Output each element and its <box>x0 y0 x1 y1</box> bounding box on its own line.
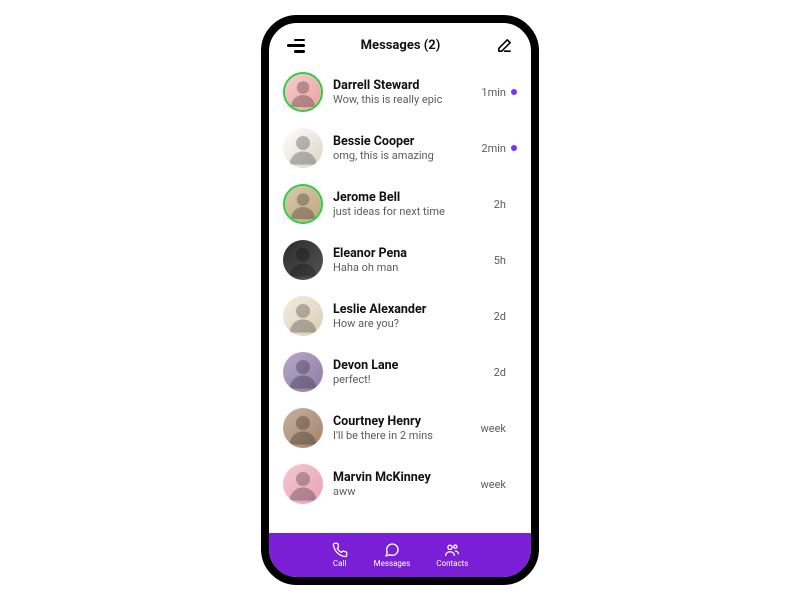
page-title: Messages (2) <box>361 38 441 53</box>
conversation-meta: 2min <box>481 142 517 155</box>
unread-indicator <box>511 145 517 151</box>
conversation-info: Courtney HenryI'll be there in 2 mins <box>333 414 470 442</box>
avatar <box>283 128 323 168</box>
tab-call-label: Call <box>333 559 346 568</box>
conversation-row[interactable]: Devon Laneperfect! 2d <box>283 344 517 400</box>
timestamp: 2d <box>494 366 506 379</box>
avatar <box>283 352 323 392</box>
avatar-image <box>283 464 323 504</box>
tab-call[interactable]: Call <box>332 542 348 568</box>
message-preview: just ideas for next time <box>333 205 484 218</box>
conversation-meta: 2d <box>494 366 517 379</box>
message-preview: perfect! <box>333 373 484 386</box>
timestamp: 2h <box>494 198 506 211</box>
conversation-info: Eleanor PenaHaha oh man <box>333 246 484 274</box>
tab-contacts[interactable]: Contacts <box>436 542 468 568</box>
avatar-image <box>283 408 323 448</box>
tab-contacts-label: Contacts <box>436 559 468 568</box>
conversation-meta: week <box>480 422 517 435</box>
compose-icon[interactable] <box>496 37 513 54</box>
contact-name: Darrell Steward <box>333 78 471 93</box>
conversation-info: Marvin McKinneyaww <box>333 470 470 498</box>
avatar-image <box>283 240 323 280</box>
conversation-row[interactable]: Courtney HenryI'll be there in 2 mins wee… <box>283 400 517 456</box>
contact-name: Devon Lane <box>333 358 484 373</box>
conversation-row[interactable]: Marvin McKinneyawwweek <box>283 456 517 512</box>
header: Messages (2) <box>269 23 531 64</box>
conversation-row[interactable]: Bessie Cooperomg, this is amazing 2min <box>283 120 517 176</box>
conversation-row[interactable]: Jerome Belljust ideas for next time 2h <box>283 176 517 232</box>
timestamp: 2d <box>494 310 506 323</box>
timestamp: 2min <box>481 142 506 155</box>
contact-name: Jerome Bell <box>333 190 484 205</box>
conversation-meta: 1min <box>481 86 517 99</box>
conversation-row[interactable]: Leslie AlexanderHow are you? 2d <box>283 288 517 344</box>
message-preview: I'll be there in 2 mins <box>333 429 470 442</box>
conversation-meta: 2d <box>494 310 517 323</box>
conversation-info: Bessie Cooperomg, this is amazing <box>333 134 471 162</box>
avatar <box>283 464 323 504</box>
avatar <box>283 184 323 224</box>
conversation-meta: 2h <box>494 198 517 211</box>
timestamp: week <box>480 422 506 435</box>
unread-indicator <box>511 89 517 95</box>
contact-name: Marvin McKinney <box>333 470 470 485</box>
phone-frame: Messages (2) Darrell StewardWow, this is… <box>261 15 539 585</box>
tab-messages-label: Messages <box>374 559 411 568</box>
tab-messages[interactable]: Messages <box>374 542 411 568</box>
avatar-image <box>283 128 323 168</box>
contact-name: Leslie Alexander <box>333 302 484 317</box>
message-preview: Haha oh man <box>333 261 484 274</box>
message-preview: omg, this is amazing <box>333 149 471 162</box>
avatar <box>283 72 323 112</box>
avatar <box>283 408 323 448</box>
contact-name: Courtney Henry <box>333 414 470 429</box>
menu-icon[interactable] <box>287 39 305 53</box>
timestamp: 1min <box>481 86 506 99</box>
timestamp: week <box>480 478 506 491</box>
contact-name: Bessie Cooper <box>333 134 471 149</box>
conversation-list: Darrell StewardWow, this is really epic 1… <box>269 64 531 533</box>
conversation-info: Leslie AlexanderHow are you? <box>333 302 484 330</box>
contact-name: Eleanor Pena <box>333 246 484 261</box>
avatar-image <box>283 352 323 392</box>
message-preview: How are you? <box>333 317 484 330</box>
timestamp: 5h <box>494 254 506 267</box>
avatar-image <box>283 296 323 336</box>
conversation-row[interactable]: Darrell StewardWow, this is really epic 1… <box>283 64 517 120</box>
avatar <box>283 296 323 336</box>
conversation-info: Devon Laneperfect! <box>333 358 484 386</box>
tab-bar: Call Messages Contacts <box>269 533 531 577</box>
message-preview: aww <box>333 485 470 498</box>
avatar-image <box>285 186 321 222</box>
avatar <box>283 240 323 280</box>
avatar-image <box>285 74 321 110</box>
conversation-meta: 5h <box>494 254 517 267</box>
conversation-meta: week <box>480 478 517 491</box>
conversation-row[interactable]: Eleanor PenaHaha oh man 5h <box>283 232 517 288</box>
conversation-info: Darrell StewardWow, this is really epic <box>333 78 471 106</box>
message-preview: Wow, this is really epic <box>333 93 471 106</box>
conversation-info: Jerome Belljust ideas for next time <box>333 190 484 218</box>
